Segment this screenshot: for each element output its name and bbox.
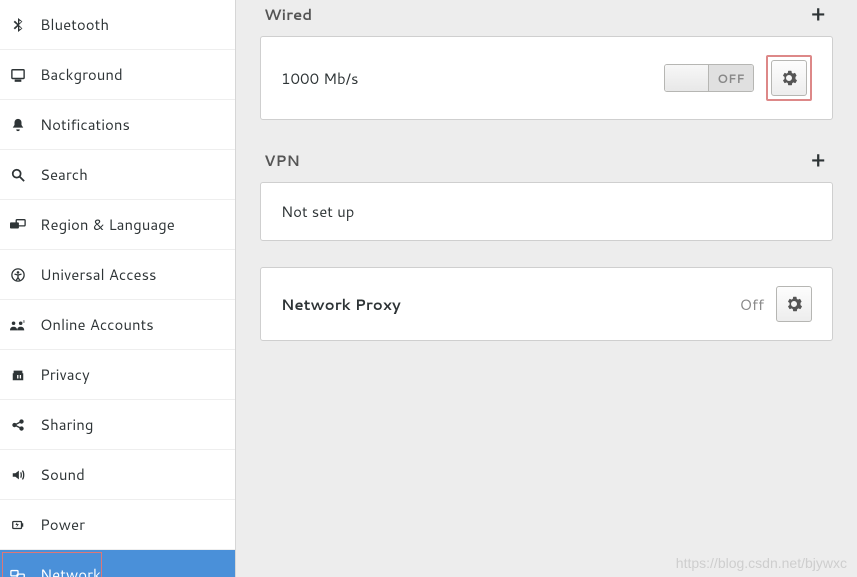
sidebar-item-label: Sharing <box>40 414 93 435</box>
toggle-handle <box>665 65 709 91</box>
sidebar-item-notifications[interactable]: Notifications <box>0 100 235 150</box>
proxy-title: Network Proxy <box>281 294 401 315</box>
gear-icon <box>786 296 802 312</box>
proxy-status: Off <box>740 294 764 315</box>
sidebar-item-bluetooth[interactable]: Bluetooth <box>0 0 235 50</box>
privacy-icon <box>10 367 26 383</box>
sidebar-item-label: Network <box>40 564 101 577</box>
sidebar-item-search[interactable]: Search <box>0 150 235 200</box>
highlight-annotation <box>766 55 812 101</box>
sidebar-item-label: Universal Access <box>40 264 157 285</box>
gear-icon <box>781 70 797 86</box>
main-content: Wired + 1000 Mb/s OFF VPN + Not set up <box>236 0 857 577</box>
sidebar-item-sound[interactable]: Sound <box>0 450 235 500</box>
wired-title: Wired <box>264 4 312 25</box>
sidebar-item-online-accounts[interactable]: s Online Accounts <box>0 300 235 350</box>
watermark: https://blog.csdn.net/bjywxc <box>676 555 847 571</box>
sidebar-item-label: Notifications <box>40 114 130 135</box>
sidebar-item-label: Search <box>40 164 88 185</box>
add-vpn-button[interactable]: + <box>807 146 829 174</box>
sidebar-item-label: Power <box>40 514 85 535</box>
wired-panel: 1000 Mb/s OFF <box>260 36 833 120</box>
sound-icon <box>10 467 26 483</box>
sidebar-item-power[interactable]: Power <box>0 500 235 550</box>
sharing-icon <box>10 417 26 433</box>
proxy-panel: Network Proxy Off <box>260 267 833 341</box>
sidebar-item-label: Sound <box>40 464 85 485</box>
accessibility-icon <box>10 267 26 283</box>
sidebar-item-label: Region & Language <box>40 214 175 235</box>
wired-section-header: Wired + <box>260 0 833 36</box>
wired-settings-button[interactable] <box>771 60 807 96</box>
background-icon <box>10 67 26 83</box>
sidebar-item-label: Bluetooth <box>40 14 109 35</box>
sidebar-item-privacy[interactable]: Privacy <box>0 350 235 400</box>
search-icon <box>10 167 26 183</box>
sidebar-item-sharing[interactable]: Sharing <box>0 400 235 450</box>
vpn-status: Not set up <box>281 201 354 222</box>
toggle-state: OFF <box>709 65 753 91</box>
settings-sidebar: Bluetooth Background Notifications Searc… <box>0 0 236 577</box>
wired-toggle[interactable]: OFF <box>664 64 754 92</box>
vpn-panel: Not set up <box>260 182 833 241</box>
wired-speed: 1000 Mb/s <box>281 68 358 89</box>
power-icon <box>10 517 26 533</box>
add-wired-button[interactable]: + <box>807 0 829 28</box>
online-accounts-icon: s <box>10 317 26 333</box>
proxy-settings-button[interactable] <box>776 286 812 322</box>
region-icon <box>10 217 26 233</box>
bell-icon <box>10 117 26 133</box>
sidebar-item-region-language[interactable]: Region & Language <box>0 200 235 250</box>
sidebar-item-universal-access[interactable]: Universal Access <box>0 250 235 300</box>
sidebar-item-background[interactable]: Background <box>0 50 235 100</box>
network-icon <box>10 567 26 577</box>
vpn-section-header: VPN + <box>260 146 833 182</box>
bluetooth-icon <box>10 17 26 33</box>
svg-text:s: s <box>22 318 25 324</box>
sidebar-item-label: Privacy <box>40 364 90 385</box>
sidebar-item-label: Background <box>40 64 123 85</box>
sidebar-item-label: Online Accounts <box>40 314 154 335</box>
sidebar-item-network[interactable]: Network <box>0 550 235 577</box>
vpn-title: VPN <box>264 150 300 171</box>
